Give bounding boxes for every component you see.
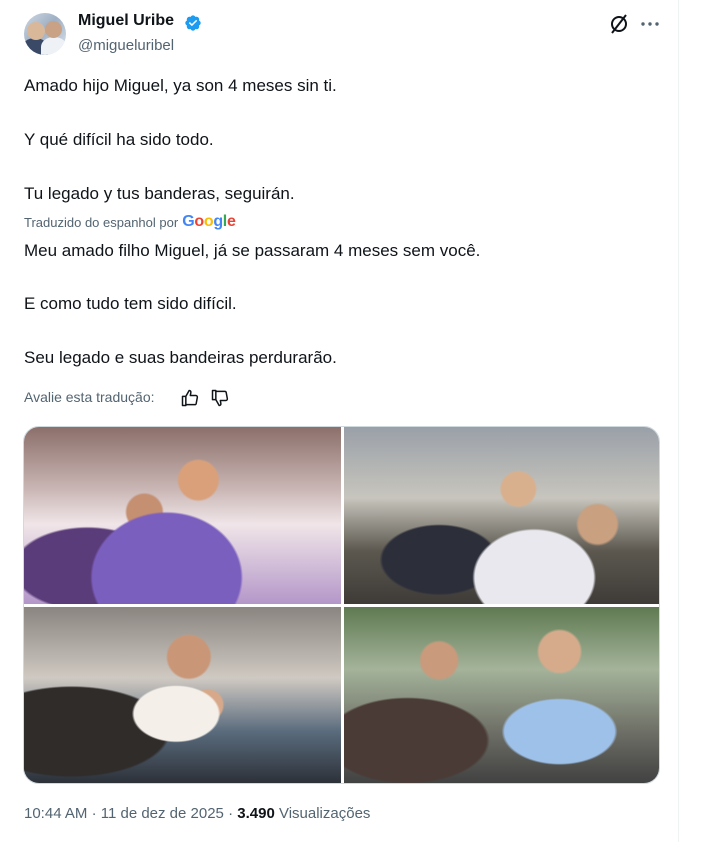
tweet-time[interactable]: 10:44 AM: [24, 805, 87, 822]
views-count: 3.490: [237, 805, 275, 822]
tweet-date[interactable]: 11 de dez de 2025: [101, 805, 224, 822]
thumbs-down-icon[interactable]: [210, 388, 230, 408]
translation-line-1: Meu amado filho Miguel, já se passaram 4…: [24, 241, 481, 260]
translated-by[interactable]: Traduzido do espanhol por Google: [24, 213, 236, 231]
photo-1[interactable]: [24, 427, 341, 604]
original-line-3: Tu legado y tus banderas, seguirán.: [24, 184, 295, 203]
google-logo: Google: [182, 213, 236, 230]
separator-dot: ·: [91, 805, 101, 822]
author-handle[interactable]: @migueluribel: [78, 37, 174, 54]
verified-badge-icon: [185, 15, 201, 31]
more-icon[interactable]: [638, 12, 662, 36]
author-name[interactable]: Miguel Uribe: [78, 12, 174, 30]
rate-translation-label: Avalie esta tradução:: [24, 389, 155, 405]
translated-label: Traduzido do espanhol por: [24, 214, 179, 230]
original-line-2: Y qué difícil ha sido todo.: [24, 130, 214, 149]
translation-line-2: E como tudo tem sido difícil.: [24, 294, 237, 313]
original-line-1: Amado hijo Miguel, ya son 4 meses sin ti…: [24, 76, 337, 95]
tweet-meta: 10:44 AM · 11 de dez de 2025 · 3.490 Vis…: [24, 805, 370, 822]
photo-3[interactable]: [24, 607, 341, 783]
views-label: Visualizações: [278, 805, 371, 822]
media-grid: [23, 426, 660, 784]
avatar[interactable]: [24, 13, 66, 55]
separator-dot: ·: [228, 805, 238, 822]
translation-line-3: Seu legado e suas bandeiras perdurarão.: [24, 348, 337, 367]
grok-icon[interactable]: [607, 12, 631, 36]
timeline-border: [678, 0, 679, 842]
photo-4[interactable]: [344, 607, 659, 783]
thumbs-up-icon[interactable]: [180, 388, 200, 408]
photo-2[interactable]: [344, 427, 659, 604]
